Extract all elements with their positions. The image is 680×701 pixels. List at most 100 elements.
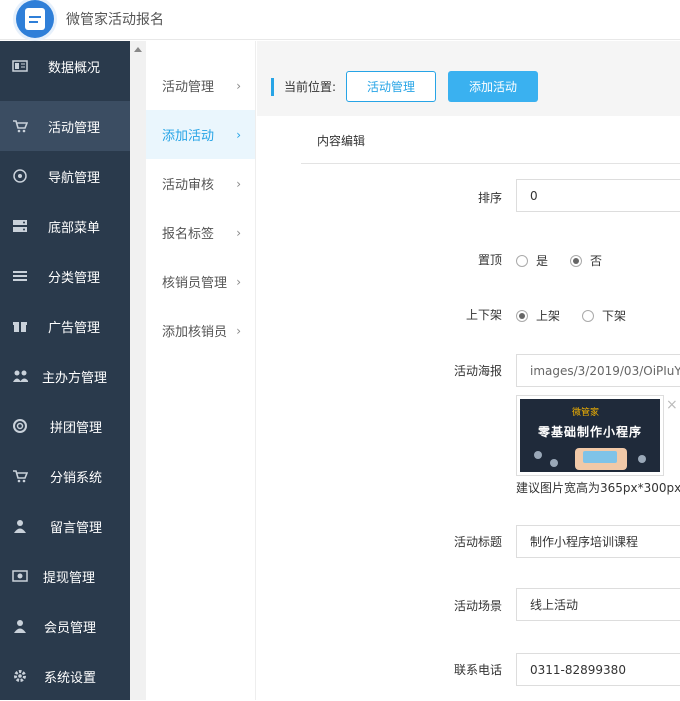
lifebuoy-icon [12, 419, 28, 433]
submenu-item-label: 活动管理 [162, 80, 215, 95]
radio-label: 上架 [536, 309, 561, 323]
sidebar-item-messages[interactable]: 留言管理 [0, 501, 130, 551]
submenu-item-signup-tags[interactable]: 报名标签 › [146, 208, 255, 257]
breadcrumb-add-activity-button[interactable]: 添加活动 [448, 71, 539, 102]
document-icon [25, 8, 45, 30]
tab-content-edit[interactable]: 内容编辑 [301, 132, 680, 164]
sidebar-item-label: 系统设置 [44, 670, 97, 686]
scene-select[interactable]: 线上活动 [516, 588, 680, 621]
sidebar-item-label: 分销系统 [50, 470, 103, 486]
sidebar-item-label: 导航管理 [48, 170, 101, 186]
chevron-right-icon: › [236, 225, 241, 240]
poster-thumbnail: 微管家 零基础制作小程序 [516, 395, 664, 476]
radio-label: 否 [590, 254, 603, 268]
chevron-right-icon: › [236, 127, 241, 142]
sidebar-item-activity-management[interactable]: 活动管理 [0, 101, 130, 151]
app-header: 微管家活动报名 [0, 0, 680, 40]
sidebar-item-label: 会员管理 [44, 620, 97, 636]
sidebar-item-category[interactable]: 分类管理 [0, 251, 130, 301]
money-icon [12, 569, 28, 583]
poster-image: 微管家 零基础制作小程序 [520, 399, 660, 472]
sidebar-item-label: 提现管理 [43, 570, 96, 586]
title-label: 活动标题 [453, 535, 502, 549]
sidebar-item-label: 广告管理 [48, 320, 101, 336]
top-no-radio[interactable] [570, 254, 583, 267]
poster-path-input[interactable]: images/3/2019/03/OiPIuYl [516, 354, 680, 387]
sidebar-item-organizer[interactable]: 主办方管理 [0, 351, 130, 401]
content-panel: 内容编辑 排序 0 置顶 是 否 上下架 上架 下架 活动海报 images/3… [257, 116, 680, 700]
user-icon [12, 619, 28, 633]
sidebar-item-label: 拼团管理 [50, 420, 103, 436]
chevron-right-icon: › [236, 176, 241, 191]
list-icon [12, 269, 28, 283]
poster-title-text: 零基础制作小程序 [538, 425, 643, 439]
scroll-up-arrow-icon[interactable] [134, 47, 142, 52]
compass-icon [12, 169, 28, 183]
poster-size-hint: 建议图片宽高为365px*300px [516, 481, 680, 495]
poster-phone-illustration [575, 448, 627, 470]
sidebar-item-data-overview[interactable]: 数据概况 [0, 41, 130, 91]
poster-brand-text: 微管家 [572, 408, 600, 418]
submenu-item-label: 活动审核 [162, 178, 215, 193]
gear-icon [12, 669, 28, 683]
shelf-off-radio[interactable] [582, 309, 595, 322]
radio-label: 下架 [602, 309, 627, 323]
submenu-item-activity-management[interactable]: 活动管理 › [146, 61, 255, 110]
app-logo [16, 0, 54, 38]
sort-input[interactable]: 0 [516, 179, 680, 212]
top-label: 置顶 [477, 253, 502, 267]
chevron-right-icon: › [236, 323, 241, 338]
sidebar-item-withdraw[interactable]: 提现管理 [0, 551, 130, 601]
submenu-item-label: 报名标签 [162, 227, 215, 242]
dashboard-icon [12, 59, 28, 73]
submenu-item-label: 核销员管理 [162, 276, 228, 291]
phone-label: 联系电话 [453, 663, 502, 677]
title-input[interactable]: 制作小程序培训课程 [516, 525, 680, 558]
phone-input[interactable]: 0311-82899380 [516, 653, 680, 686]
sidebar-item-label: 数据概况 [48, 60, 101, 76]
sidebar-item-settings[interactable]: 系统设置 [0, 651, 130, 701]
sidebar-item-bottom-menu[interactable]: 底部菜单 [0, 201, 130, 251]
sidebar-item-label: 分类管理 [48, 270, 101, 286]
shelf-radio-group: 上架 下架 [516, 307, 648, 324]
submenu-item-add-verifier[interactable]: 添加核销员 › [146, 306, 255, 355]
sidebar-item-navigation[interactable]: 导航管理 [0, 151, 130, 201]
shelf-label: 上下架 [465, 308, 502, 322]
poster-label: 活动海报 [453, 364, 502, 378]
breadcrumb: 当前位置: 活动管理 添加活动 [271, 71, 539, 102]
gift-icon [12, 319, 28, 333]
decor-dot [550, 459, 558, 467]
tab-label: 内容编辑 [317, 134, 366, 148]
app-title: 微管家活动报名 [66, 12, 164, 28]
users-icon [12, 369, 28, 383]
sidebar-item-label: 底部菜单 [48, 220, 101, 236]
sidebar-item-distribution[interactable]: 分销系统 [0, 451, 130, 501]
user-icon [12, 519, 28, 533]
radio-label: 是 [536, 254, 549, 268]
sidebar-item-label: 活动管理 [48, 120, 101, 136]
breadcrumb-activity-management-button[interactable]: 活动管理 [346, 71, 437, 102]
cart-icon [12, 469, 28, 483]
sidebar-item-label: 留言管理 [50, 520, 103, 536]
submenu-item-label: 添加核销员 [162, 325, 228, 340]
remove-image-icon[interactable]: × [666, 397, 678, 413]
submenu: 活动管理 › 添加活动 › 活动审核 › 报名标签 › 核销员管理 › 添加核销员 › [146, 41, 256, 700]
sort-label: 排序 [477, 191, 502, 205]
breadcrumb-label: 当前位置: [284, 80, 337, 94]
submenu-item-add-activity[interactable]: 添加活动 › [146, 110, 255, 159]
sidebar-scrollbar[interactable] [130, 41, 146, 700]
top-radio-group: 是 否 [516, 252, 624, 269]
sidebar-item-members[interactable]: 会员管理 [0, 601, 130, 651]
sidebar-item-group-buy[interactable]: 拼团管理 [0, 401, 130, 451]
decor-dot [638, 455, 646, 463]
submenu-item-activity-review[interactable]: 活动审核 › [146, 159, 255, 208]
server-icon [12, 219, 28, 233]
sidebar: 数据概况 活动管理 导航管理 底部菜单 分类管理 广告管理 主办方管理 拼团管理… [0, 41, 130, 700]
chevron-right-icon: › [236, 78, 241, 93]
main-content: 当前位置: 活动管理 添加活动 内容编辑 排序 0 置顶 是 否 上下架 上架 … [257, 41, 680, 700]
scene-label: 活动场景 [453, 599, 502, 613]
submenu-item-verifier-management[interactable]: 核销员管理 › [146, 257, 255, 306]
top-yes-radio[interactable] [516, 254, 528, 267]
shelf-on-radio[interactable] [516, 309, 528, 322]
sidebar-item-ads[interactable]: 广告管理 [0, 301, 130, 351]
